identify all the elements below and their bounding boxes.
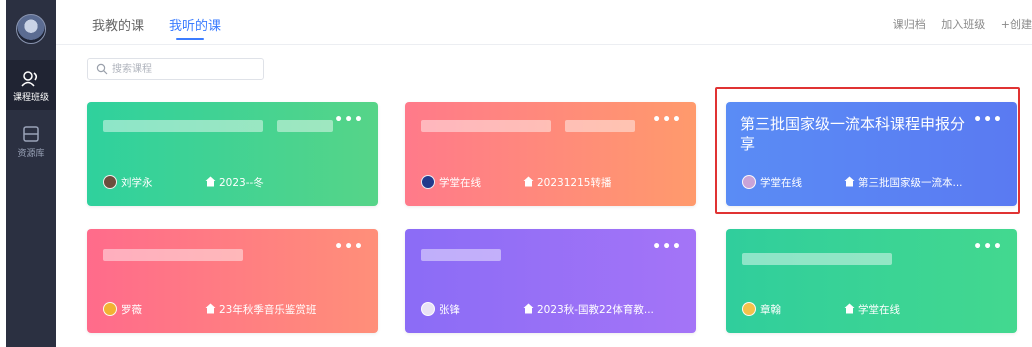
top-actions: 课归档 加入班级 +创建 [881,16,1032,32]
tab-my-listening[interactable]: 我听的课 [169,15,221,34]
avatar [421,302,435,316]
archive-button[interactable]: 课归档 [893,18,926,31]
class-name: 20231215转播 [537,177,612,189]
owner-name: 章翰 [760,304,781,316]
course-card[interactable]: ••• 刘学永 2023--冬 [87,102,378,206]
search-input[interactable] [112,61,257,77]
blurred-title [103,120,263,132]
class-name: 2023秋-国教22体育教... [537,304,654,316]
sidebar-item-library[interactable]: 资源库 [6,124,56,159]
more-options-button[interactable]: ••• [334,112,364,128]
more-options-button[interactable]: ••• [652,112,682,128]
card-meta: 张锋 2023秋-国教22体育教... [421,301,686,317]
course-card[interactable]: ••• 学堂在线 20231215转播 [405,102,696,206]
class-name: 学堂在线 [858,304,900,316]
course-card[interactable]: ••• 罗薇 23年秋季音乐鉴赏班 [87,229,378,333]
sidebar: 课程班级 资源库 [6,0,56,347]
class-name: 23年秋季音乐鉴赏班 [219,304,317,316]
search-icon [96,63,108,75]
more-options-button[interactable]: ••• [652,239,682,255]
more-options-button[interactable]: ••• [334,239,364,255]
house-icon [844,303,855,314]
tab-my-teaching[interactable]: 我教的课 [92,15,144,34]
blurred-title [421,120,551,132]
course-card[interactable]: ••• 张锋 2023秋-国教22体育教... [405,229,696,333]
house-icon [205,176,216,187]
top-bar: 我教的课 我听的课 课归档 加入班级 +创建 [56,0,1032,45]
card-meta: 刘学永 2023--冬 [103,174,368,190]
owner-name: 学堂在线 [439,177,481,189]
house-icon [205,303,216,314]
blurred-title [742,253,892,265]
search-box[interactable] [87,58,264,80]
owner-name: 刘学永 [121,177,153,189]
course-card[interactable]: ••• 章翰 学堂在线 [726,229,1017,333]
house-icon [523,176,534,187]
highlight-box [715,87,1020,214]
card-meta: 学堂在线 20231215转播 [421,174,686,190]
create-button[interactable]: +创建 [1001,18,1032,31]
card-meta: 罗薇 23年秋季音乐鉴赏班 [103,301,368,317]
sidebar-item-label: 资源库 [17,149,45,159]
class-name: 2023--冬 [219,177,264,189]
owner-name: 张锋 [439,304,460,316]
blurred-title [277,120,333,132]
more-options-button[interactable]: ••• [973,239,1003,255]
card-meta: 章翰 学堂在线 [742,301,1007,317]
avatar [421,175,435,189]
avatar [103,175,117,189]
owner-name: 罗薇 [121,304,142,316]
blurred-title [421,249,501,261]
avatar [742,302,756,316]
course-class-icon [21,71,38,87]
sidebar-item-course-class[interactable]: 课程班级 [6,60,56,110]
join-class-button[interactable]: 加入班级 [941,18,985,31]
school-logo[interactable] [16,14,46,44]
house-icon [523,303,534,314]
blurred-title [103,249,243,261]
blurred-title [565,120,635,132]
avatar [103,302,117,316]
library-icon [23,126,39,142]
sidebar-item-label: 课程班级 [12,93,49,103]
active-tab-indicator [176,38,204,40]
